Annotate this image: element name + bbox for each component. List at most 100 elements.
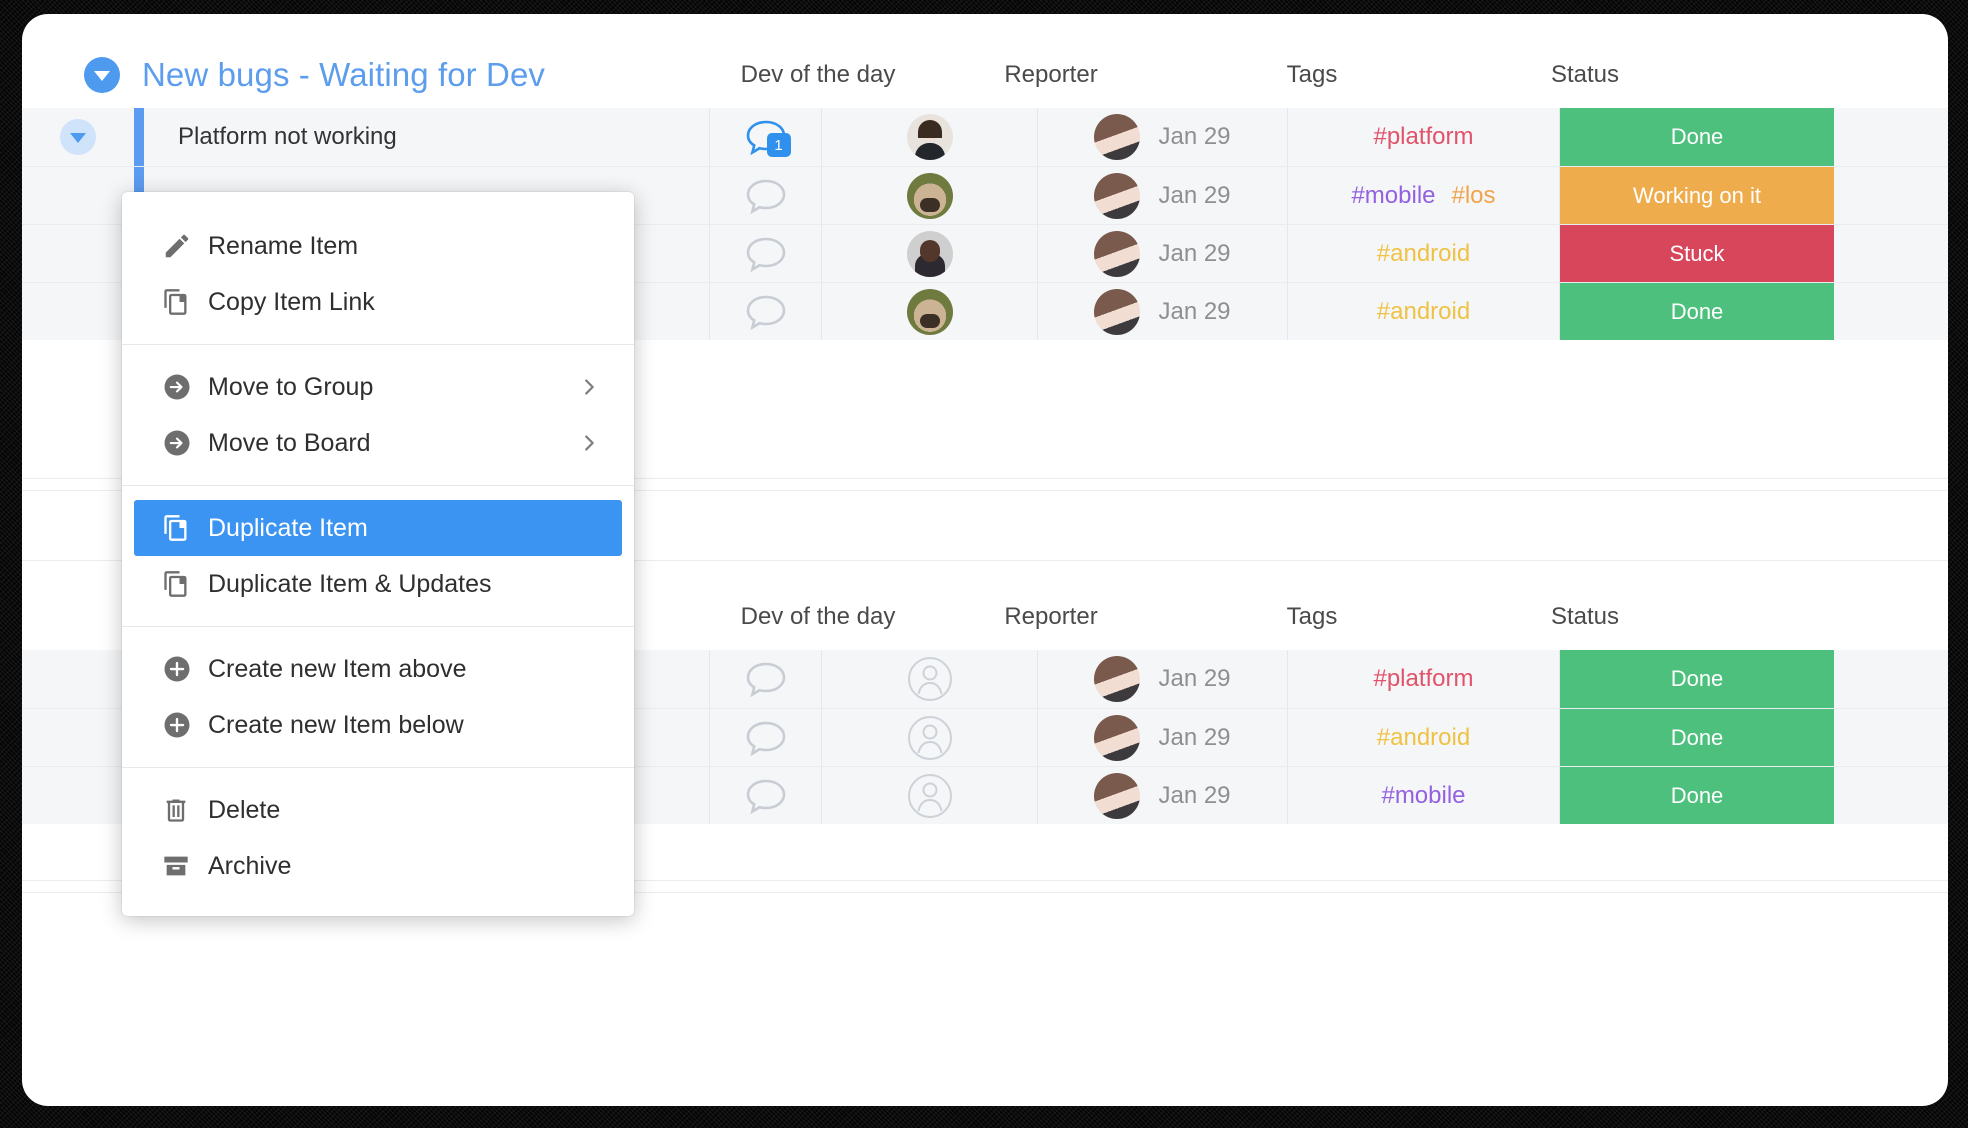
row-comments-cell[interactable]: 1 <box>710 108 822 166</box>
row-tags-cell[interactable]: #platform <box>1288 650 1560 708</box>
row-tags-cell[interactable]: #android <box>1288 709 1560 766</box>
row-expand-handle[interactable] <box>22 225 134 282</box>
row-collapse-icon[interactable] <box>60 119 96 155</box>
avatar[interactable] <box>1094 114 1141 160</box>
avatar[interactable] <box>1094 714 1141 761</box>
menu-item-copy-item-link[interactable]: Copy Item Link <box>134 274 622 330</box>
person-placeholder-icon[interactable] <box>907 715 953 761</box>
row-expand-handle[interactable] <box>22 650 134 708</box>
chat-bubble-icon[interactable] <box>745 236 787 272</box>
chat-bubble-icon[interactable] <box>745 661 787 697</box>
menu-item-duplicate-item-and-updates[interactable]: Duplicate Item & Updates <box>134 556 622 612</box>
row-expand-handle[interactable] <box>22 767 134 824</box>
chat-bubble-icon[interactable]: 1 <box>745 119 791 157</box>
row-expand-handle[interactable] <box>22 167 134 224</box>
row-tags-cell[interactable]: #mobile #los <box>1288 167 1560 224</box>
avatar[interactable] <box>906 288 953 335</box>
row-title[interactable]: Platform not working <box>144 108 710 166</box>
menu-section-create: Create new Item above Create new Item be… <box>122 626 634 767</box>
row-dev-cell[interactable] <box>822 283 1038 340</box>
menu-item-rename-item[interactable]: Rename Item <box>134 218 622 274</box>
row-tags-cell[interactable]: #mobile <box>1288 767 1560 824</box>
row-reporter-cell[interactable]: Jan 29 <box>1038 167 1288 224</box>
tag[interactable]: #mobile <box>1351 182 1435 210</box>
row-dev-cell[interactable] <box>822 225 1038 282</box>
row-status-cell[interactable]: Stuck <box>1560 225 1834 282</box>
row-reporter-cell[interactable]: Jan 29 <box>1038 283 1288 340</box>
row-reporter-cell[interactable]: Jan 29 <box>1038 225 1288 282</box>
avatar[interactable] <box>1094 288 1141 335</box>
person-placeholder-icon[interactable] <box>907 773 953 819</box>
column-header-tags-label: Tags <box>1286 61 1338 88</box>
status-badge: Stuck <box>1669 240 1725 266</box>
avatar[interactable] <box>906 114 953 160</box>
avatar[interactable] <box>1094 656 1141 702</box>
person-placeholder-icon[interactable] <box>907 656 953 702</box>
row-tags-cell[interactable]: #android <box>1288 225 1560 282</box>
column-header-dev-label: Dev of the day <box>740 603 896 630</box>
row-comments-cell[interactable] <box>710 283 822 340</box>
row-reporter-cell[interactable]: Jan 29 <box>1038 108 1288 166</box>
group-collapse-icon[interactable] <box>84 57 120 93</box>
row-reporter-cell[interactable]: Jan 29 <box>1038 767 1288 824</box>
group-header-row: New bugs - Waiting for Dev Dev of the da… <box>22 42 1948 108</box>
avatar[interactable] <box>1094 172 1141 219</box>
menu-item-label: Duplicate Item & Updates <box>208 569 492 598</box>
row-expand-handle[interactable] <box>22 283 134 340</box>
menu-item-create-new-item-above[interactable]: Create new Item above <box>134 641 622 697</box>
chevron-right-icon <box>578 376 600 398</box>
group-title-area[interactable]: New bugs - Waiting for Dev <box>22 42 710 108</box>
tag[interactable]: #android <box>1377 298 1470 326</box>
avatar[interactable] <box>906 230 953 277</box>
menu-item-delete[interactable]: Delete <box>134 782 622 838</box>
column-header-reporter-label: Reporter <box>1004 603 1098 630</box>
menu-section-destructive: Delete Archive <box>122 767 634 916</box>
menu-item-duplicate-item[interactable]: Duplicate Item <box>134 500 622 556</box>
tag[interactable]: #android <box>1377 724 1470 752</box>
tag[interactable]: #platform <box>1373 123 1473 151</box>
row-expand-handle[interactable] <box>22 108 134 166</box>
row-status-cell[interactable]: Working on it <box>1560 167 1834 224</box>
chat-bubble-icon[interactable] <box>745 294 787 330</box>
chat-bubble-icon[interactable] <box>745 178 787 214</box>
row-tags-cell[interactable]: #android <box>1288 283 1560 340</box>
row-reporter-cell[interactable]: Jan 29 <box>1038 650 1288 708</box>
row-dev-cell[interactable] <box>822 167 1038 224</box>
avatar[interactable] <box>1094 772 1141 819</box>
menu-item-archive[interactable]: Archive <box>134 838 622 894</box>
menu-item-create-new-item-below[interactable]: Create new Item below <box>134 697 622 753</box>
chat-bubble-icon[interactable] <box>745 778 787 814</box>
row-tags-cell[interactable]: #platform <box>1288 108 1560 166</box>
row-dev-cell[interactable] <box>822 767 1038 824</box>
avatar[interactable] <box>906 172 953 219</box>
chat-bubble-icon[interactable] <box>745 720 787 756</box>
window-frame: New bugs - Waiting for Dev Dev of the da… <box>0 0 1968 1128</box>
row-expand-handle[interactable] <box>22 709 134 766</box>
row-reporter-cell[interactable]: Jan 29 <box>1038 709 1288 766</box>
table-row[interactable]: Platform not working 1 Jan 29 #platform … <box>22 108 1948 166</box>
avatar[interactable] <box>1094 230 1141 277</box>
item-context-menu[interactable]: Rename Item Copy Item Link Move to Group… <box>122 192 634 916</box>
row-dev-cell[interactable] <box>822 108 1038 166</box>
tag[interactable]: #platform <box>1373 665 1473 693</box>
row-comments-cell[interactable] <box>710 767 822 824</box>
row-color-bar <box>134 108 144 166</box>
tag[interactable]: #los <box>1452 182 1496 210</box>
row-status-cell[interactable]: Done <box>1560 767 1834 824</box>
menu-item-move-to-board[interactable]: Move to Board <box>134 415 622 471</box>
row-status-cell[interactable]: Done <box>1560 108 1834 166</box>
copy-icon <box>162 288 208 316</box>
tag[interactable]: #android <box>1377 240 1470 268</box>
row-comments-cell[interactable] <box>710 225 822 282</box>
row-comments-cell[interactable] <box>710 167 822 224</box>
row-dev-cell[interactable] <box>822 709 1038 766</box>
row-comments-cell[interactable] <box>710 709 822 766</box>
row-status-cell[interactable]: Done <box>1560 283 1834 340</box>
tag[interactable]: #mobile <box>1381 782 1465 810</box>
row-status-cell[interactable]: Done <box>1560 709 1834 766</box>
row-comments-cell[interactable] <box>710 650 822 708</box>
row-status-cell[interactable]: Done <box>1560 650 1834 708</box>
menu-item-move-to-group[interactable]: Move to Group <box>134 359 622 415</box>
menu-section-move: Move to Group Move to Board <box>122 344 634 485</box>
row-dev-cell[interactable] <box>822 650 1038 708</box>
